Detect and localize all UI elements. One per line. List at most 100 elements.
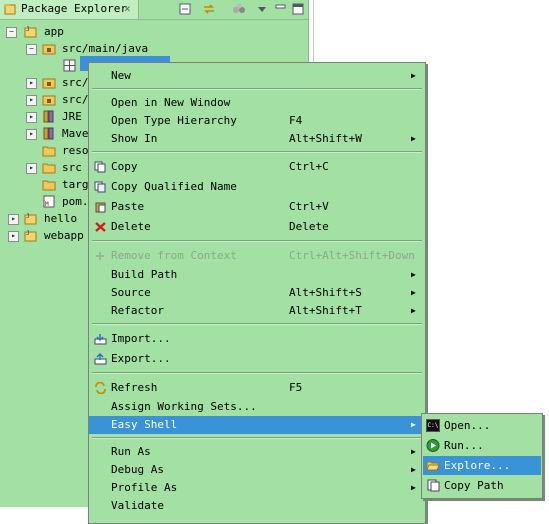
menu-label: Build Path [111,268,178,281]
collapsed-twisty-icon[interactable]: ▸ [8,231,19,242]
submenu-arrow-icon: ▶ [411,465,416,474]
export-icon [94,353,107,365]
easy-shell-submenu: C:\ Open... Run... Explore... Copy Path [421,413,543,499]
menu-item-assign-working-sets[interactable]: Assign Working Sets... [89,398,425,416]
view-menu-icon[interactable] [255,2,269,16]
source-folder-icon [42,95,56,106]
collapsed-twisty-icon[interactable]: ▸ [26,95,37,106]
submenu-item-explore[interactable]: Explore... [423,456,541,475]
submenu-item-run[interactable]: Run... [423,436,541,455]
menu-separator [92,240,422,242]
collapsed-twisty-icon[interactable]: ▸ [26,129,37,140]
menu-accelerator: Alt+Shift+W [289,132,362,145]
menu-item-refresh[interactable]: Refresh F5 [89,379,425,397]
submenu-arrow-icon: ▶ [411,447,416,456]
paste-icon [95,202,106,213]
menu-label: Explore... [444,459,511,472]
svg-text:C:\: C:\ [428,422,439,429]
expanded-twisty-icon[interactable]: − [6,27,17,38]
collapsed-twisty-icon[interactable]: ▸ [26,112,37,123]
context-menu: New ▶ Open in New Window Open Type Hiera… [88,62,426,524]
menu-label: New [111,69,131,82]
close-icon[interactable]: ✕ [124,2,131,15]
menu-item-validate[interactable]: Validate [89,497,425,515]
menu-item-profile-as[interactable]: Profile As ▶ [89,479,425,497]
submenu-arrow-icon: ▶ [411,270,416,279]
menu-item-import[interactable]: Import... [89,330,425,348]
import-icon [94,334,107,345]
menu-item-new[interactable]: New ▶ [89,67,425,85]
menu-label: Open... [444,419,491,432]
collapse-all-icon[interactable] [178,2,192,16]
package-explorer-tab[interactable]: Package Explorer ✕ [0,0,139,19]
delete-icon [95,222,106,232]
menu-item-delete[interactable]: Delete Delete [89,218,425,236]
menu-label: Refresh [111,381,158,394]
collapsed-twisty-icon[interactable]: ▸ [26,163,37,174]
source-folder-icon [42,78,56,89]
project-icon: J [24,26,37,38]
submenu-arrow-icon: ▶ [411,288,416,297]
menu-item-paste[interactable]: Paste Ctrl+V [89,198,425,216]
submenu-arrow-icon: ▶ [411,71,416,80]
menu-label: Import... [111,332,171,345]
menu-item-easy-shell[interactable]: Easy Shell ▶ [89,416,425,434]
minimize-icon[interactable] [274,2,288,16]
menu-item-copy-qualified-name[interactable]: Copy Qualified Name [89,178,425,196]
menu-item-debug-as[interactable]: Debug As ▶ [89,461,425,479]
link-with-editor-icon[interactable] [202,2,216,16]
submenu-item-open[interactable]: C:\ Open... [423,416,541,435]
menu-label: Export... [111,352,171,365]
folder-icon [42,146,56,157]
library-icon [43,127,54,140]
package-icon [63,59,76,72]
menu-label: Remove from Context [111,249,237,262]
menu-label: Copy Qualified Name [111,180,237,193]
menu-label: Run... [444,439,484,452]
menu-item-open-type-hierarchy[interactable]: Open Type Hierarchy F4 [89,112,425,130]
terminal-icon: C:\ [426,419,440,432]
menu-item-open-in-new-window[interactable]: Open in New Window [89,94,425,112]
copy-qualified-icon [94,181,106,193]
tree-label: targ [62,178,89,191]
menu-label: Validate [111,499,164,512]
menu-item-copy[interactable]: Copy Ctrl+C [89,158,425,176]
menu-accelerator: F4 [289,114,303,127]
tree-label: src/main/java [62,42,149,55]
folder-icon [42,163,56,174]
menu-label: Source [111,286,151,299]
panel-title: Package Explorer [21,2,127,15]
menu-accelerator: Delete [289,220,329,233]
project-icon: J [24,230,37,242]
menu-label: Profile As [111,481,178,494]
expanded-twisty-icon[interactable]: − [26,44,37,55]
menu-item-show-in[interactable]: Show In Alt+Shift+W ▶ [89,130,425,148]
source-folder-icon [42,44,56,55]
menu-accelerator: Alt+Shift+S [289,286,362,299]
menu-label: Paste [111,200,145,213]
folder-open-icon [426,461,440,471]
collapsed-twisty-icon[interactable]: ▸ [8,214,19,225]
tree-label: Mave [62,127,89,140]
menu-item-refactor[interactable]: Refactor Alt+Shift+T ▶ [89,302,425,320]
menu-label: Easy Shell [111,418,178,431]
pom-file-icon: M [43,195,55,208]
menu-label: Copy [111,160,138,173]
copy-icon [94,161,106,173]
menu-item-export[interactable]: Export... [89,350,425,368]
tree-label: src/ [62,76,89,89]
menu-item-run-as[interactable]: Run As ▶ [89,443,425,461]
submenu-item-copy-path[interactable]: Copy Path [423,476,541,495]
maximize-icon[interactable] [291,2,305,16]
run-icon [426,439,440,452]
menu-item-source[interactable]: Source Alt+Shift+S ▶ [89,284,425,302]
svg-text:J: J [26,213,30,220]
collapsed-twisty-icon[interactable]: ▸ [26,78,37,89]
tree-label: pom. [62,195,89,208]
menu-label: Open Type Hierarchy [111,114,237,127]
copy-path-icon [427,479,440,492]
focus-icon[interactable] [232,2,246,16]
view-tab-bar: Package Explorer ✕ [0,0,308,20]
menu-item-build-path[interactable]: Build Path ▶ [89,266,425,284]
library-icon [43,110,54,123]
